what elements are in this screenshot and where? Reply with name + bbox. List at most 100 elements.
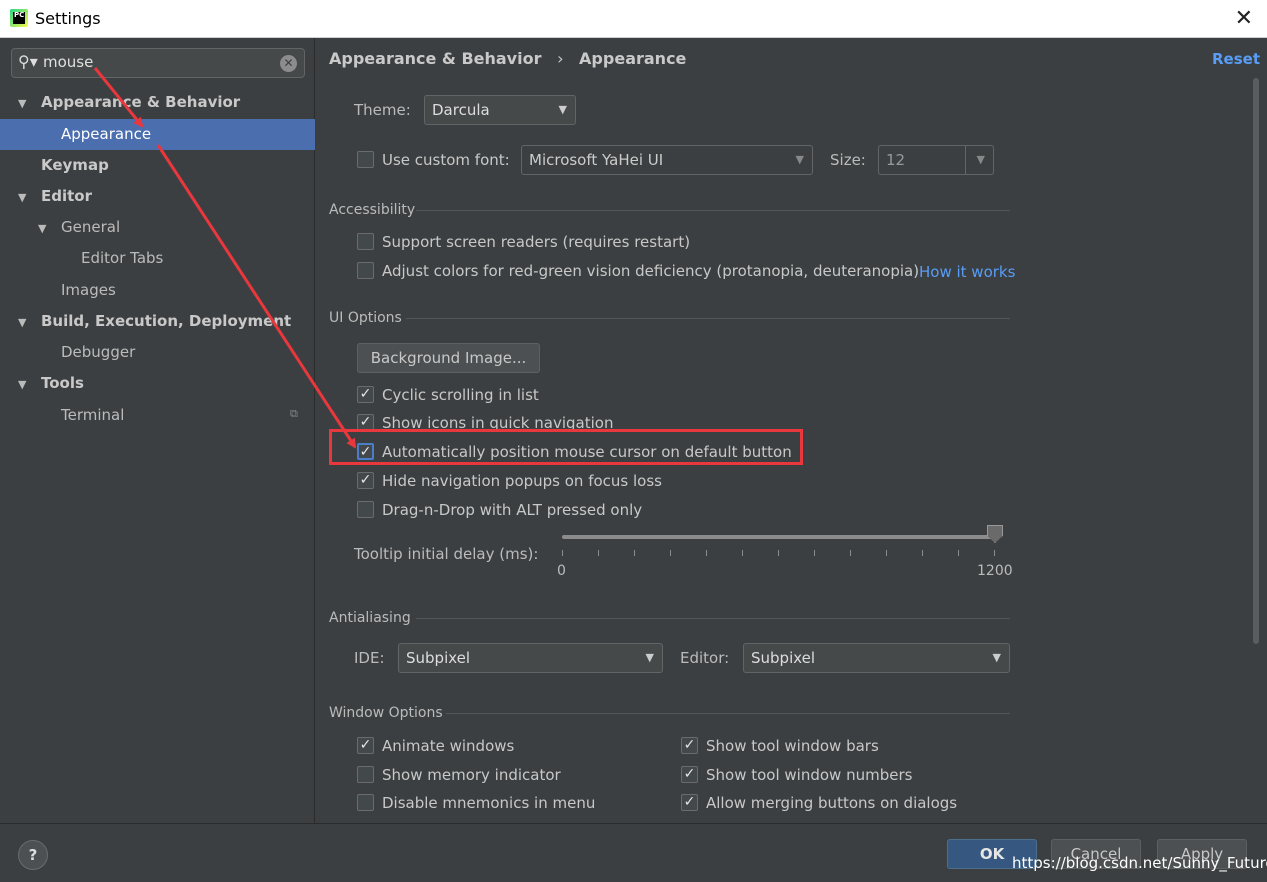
slider-tick <box>922 550 923 556</box>
sidebar-item-terminal[interactable]: Terminal <box>61 400 124 431</box>
custom-font-dropdown[interactable]: Microsoft YaHei UI ▼ <box>521 145 813 175</box>
show-tool-window-bars-checkbox[interactable]: ✓ Show tool window bars <box>681 734 901 758</box>
separator <box>416 210 1010 211</box>
reset-link[interactable]: Reset <box>1212 50 1260 68</box>
check-icon[interactable]: ✓ <box>357 386 374 403</box>
search-input[interactable]: ⚲▾ mouse ✕ <box>11 48 305 78</box>
window-options-section-title: Window Options <box>329 705 443 721</box>
dialog-footer: ? OK Cancel Apply https://blog.csdn.net/… <box>0 823 1267 882</box>
drag-n-drop-alt-checkbox[interactable]: Drag-n-Drop with ALT pressed only <box>357 498 657 522</box>
cyclic-scrolling-checkbox[interactable]: ✓ Cyclic scrolling in list <box>357 383 557 407</box>
use-custom-font-checkbox[interactable]: Use custom font: <box>357 148 527 172</box>
sidebar-item-general[interactable]: ▼ General <box>38 212 120 243</box>
screen-readers-checkbox[interactable]: Support screen readers (requires restart… <box>357 230 690 254</box>
tooltip-delay-label: Tooltip initial delay (ms): <box>354 545 539 563</box>
clear-search-icon[interactable]: ✕ <box>280 55 297 72</box>
checkbox-box[interactable] <box>357 766 374 783</box>
expand-arrow-icon[interactable]: ▼ <box>38 213 54 244</box>
slider-tick <box>598 550 599 556</box>
slider-tick <box>634 550 635 556</box>
slider-tick <box>994 550 995 556</box>
checkbox-box[interactable] <box>357 233 374 250</box>
slider-tick <box>814 550 815 556</box>
separator <box>406 318 1010 319</box>
check-icon[interactable]: ✓ <box>357 737 374 754</box>
breadcrumb: Appearance & Behavior › Appearance <box>329 49 686 68</box>
separator <box>446 713 1010 714</box>
pycharm-logo-icon: PC <box>10 9 28 27</box>
disable-mnemonics-checkbox[interactable]: Disable mnemonics in menu <box>357 791 597 815</box>
accessibility-section-title: Accessibility <box>329 202 416 218</box>
chevron-down-icon: ▼ <box>976 153 985 166</box>
expand-arrow-icon[interactable]: ▼ <box>18 369 34 400</box>
close-icon[interactable]: ✕ <box>1235 6 1253 31</box>
show-memory-indicator-checkbox[interactable]: Show memory indicator <box>357 763 577 787</box>
settings-content: Appearance & Behavior › Appearance Reset… <box>316 38 1267 823</box>
slider-max-label: 1200 <box>977 563 1013 579</box>
checkbox-box[interactable] <box>357 262 374 279</box>
slider-tick <box>886 550 887 556</box>
vertical-scrollbar[interactable] <box>1253 78 1259 644</box>
slider-tick <box>706 550 707 556</box>
sidebar-item-keymap[interactable]: Keymap <box>41 150 109 181</box>
window-title: Settings <box>35 9 101 28</box>
sidebar-item-appearance[interactable]: Appearance <box>0 119 315 150</box>
editor-antialiasing-label: Editor: <box>680 649 730 667</box>
chevron-down-icon: ▼ <box>645 651 654 664</box>
chevron-down-icon: ▼ <box>558 103 567 116</box>
slider-tick <box>850 550 851 556</box>
expand-arrow-icon[interactable]: ▼ <box>18 88 34 119</box>
slider-tick <box>778 550 779 556</box>
animate-windows-checkbox[interactable]: ✓ Animate windows <box>357 734 557 758</box>
checkbox-box[interactable] <box>357 501 374 518</box>
how-it-works-link[interactable]: How it works <box>919 263 1015 281</box>
adjust-colors-checkbox[interactable]: Adjust colors for red-green vision defic… <box>357 259 919 283</box>
chevron-down-icon: ▼ <box>992 651 1001 664</box>
slider-tick <box>562 550 563 556</box>
search-value[interactable]: mouse <box>43 53 93 71</box>
sidebar-item-editor[interactable]: ▼ Editor <box>18 181 92 212</box>
separator <box>416 618 1010 619</box>
sidebar-item-tools[interactable]: ▼ Tools <box>18 368 84 399</box>
annotation-highlight-box <box>329 429 803 465</box>
watermark-text: https://blog.csdn.net/Sunny_Future <box>1012 854 1267 872</box>
theme-dropdown[interactable]: Darcula ▼ <box>424 95 576 125</box>
breadcrumb-current: Appearance <box>579 49 687 68</box>
hide-navigation-popups-checkbox[interactable]: ✓ Hide navigation popups on focus loss <box>357 469 662 493</box>
check-icon[interactable]: ✓ <box>681 737 698 754</box>
expand-arrow-icon[interactable]: ▼ <box>18 307 34 338</box>
project-settings-icon: ⧉ <box>290 407 298 420</box>
ui-options-section-title: UI Options <box>329 310 402 326</box>
chevron-down-icon: ▼ <box>795 153 804 166</box>
expand-arrow-icon[interactable]: ▼ <box>18 182 34 213</box>
check-icon[interactable]: ✓ <box>681 766 698 783</box>
help-button[interactable]: ? <box>18 840 48 870</box>
theme-label: Theme: <box>354 101 411 119</box>
slider-tick <box>742 550 743 556</box>
allow-merging-buttons-checkbox[interactable]: ✓ Allow merging buttons on dialogs <box>681 791 971 815</box>
sidebar-item-debugger[interactable]: Debugger <box>61 337 135 368</box>
tooltip-delay-slider[interactable] <box>562 535 994 539</box>
sidebar-item-editor-tabs[interactable]: Editor Tabs <box>81 243 163 274</box>
checkbox-box[interactable] <box>357 151 374 168</box>
breadcrumb-separator-icon: › <box>557 49 564 68</box>
checkbox-box[interactable] <box>357 794 374 811</box>
font-size-dropdown[interactable]: 12 ▼ <box>878 145 994 175</box>
font-size-label: Size: <box>830 151 866 169</box>
settings-sidebar: ⚲▾ mouse ✕ ▼ Appearance & Behavior Appear… <box>0 38 315 823</box>
ide-antialiasing-dropdown[interactable]: Subpixel ▼ <box>398 643 663 673</box>
sidebar-item-build-execution-deployment[interactable]: ▼ Build, Execution, Deployment <box>18 306 291 337</box>
editor-antialiasing-dropdown[interactable]: Subpixel ▼ <box>743 643 1010 673</box>
ide-antialiasing-label: IDE: <box>354 649 385 667</box>
slider-tick <box>958 550 959 556</box>
check-icon[interactable]: ✓ <box>681 794 698 811</box>
search-icon[interactable]: ⚲▾ <box>18 52 38 71</box>
slider-thumb[interactable] <box>987 525 1003 543</box>
background-image-button[interactable]: Background Image... <box>357 343 540 373</box>
check-icon[interactable]: ✓ <box>357 472 374 489</box>
show-tool-window-numbers-checkbox[interactable]: ✓ Show tool window numbers <box>681 763 921 787</box>
sidebar-item-appearance-behavior[interactable]: ▼ Appearance & Behavior <box>18 87 240 118</box>
sidebar-item-images[interactable]: Images <box>61 275 116 306</box>
title-bar: PC Settings ✕ <box>0 0 1267 38</box>
slider-min-label: 0 <box>557 563 566 579</box>
